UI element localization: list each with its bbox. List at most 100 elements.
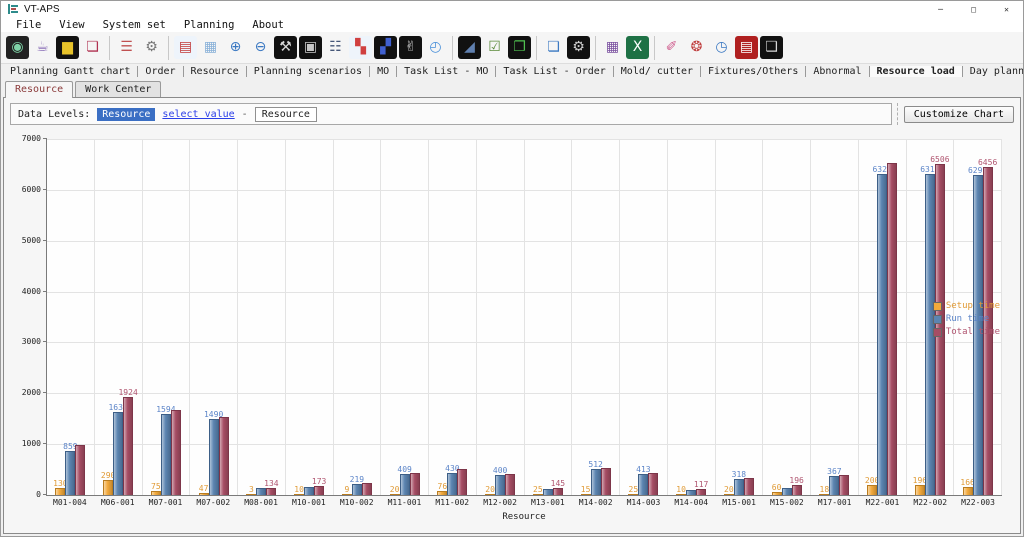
printer-icon[interactable]: ▣ bbox=[299, 36, 322, 59]
tab-fixtures-others[interactable]: Fixtures/Others bbox=[701, 66, 806, 77]
bar-run-time[interactable]: 318 bbox=[734, 479, 744, 495]
bar-setup-time[interactable]: 20 bbox=[485, 494, 495, 495]
tab-resource-load[interactable]: Resource load bbox=[870, 66, 963, 77]
bar-total-time[interactable] bbox=[75, 445, 85, 495]
bar-run-time[interactable] bbox=[304, 487, 314, 495]
tab-day-planning[interactable]: Day planning bbox=[963, 66, 1024, 77]
bar-setup-time[interactable]: 130 bbox=[55, 488, 65, 495]
bar-setup-time[interactable]: 76 bbox=[437, 491, 447, 495]
bar-setup-time[interactable]: 3 bbox=[246, 494, 256, 495]
window-clock-icon[interactable]: ◷ bbox=[710, 36, 733, 59]
bar-setup-time[interactable]: 20 bbox=[724, 494, 734, 495]
bar-run-time[interactable]: 512 bbox=[591, 469, 601, 495]
bar-setup-time[interactable]: 15 bbox=[581, 494, 591, 495]
minimize-button[interactable]: ─ bbox=[924, 1, 957, 17]
tab-mo[interactable]: MO bbox=[370, 66, 397, 77]
customize-chart-button[interactable]: Customize Chart bbox=[904, 106, 1014, 123]
gantt-icon[interactable]: ▤ bbox=[174, 36, 197, 59]
subtab-work-center[interactable]: Work Center bbox=[75, 81, 161, 97]
window-export-icon[interactable]: ❐ bbox=[508, 36, 531, 59]
menu-file[interactable]: File bbox=[7, 19, 50, 31]
tiles-red-icon[interactable]: ▚ bbox=[349, 36, 372, 59]
car-icon[interactable]: ◢ bbox=[458, 36, 481, 59]
palette-clock-icon[interactable]: ✐ bbox=[660, 36, 683, 59]
close-button[interactable]: ✕ bbox=[990, 1, 1023, 17]
gears-icon[interactable]: ⚙ bbox=[140, 36, 163, 59]
bar-run-time[interactable]: 1594 bbox=[161, 414, 171, 495]
bar-total-time[interactable] bbox=[744, 478, 754, 495]
bar-total-time[interactable] bbox=[887, 163, 897, 495]
bar-run-time[interactable]: 6320 bbox=[877, 174, 887, 495]
bar-setup-time[interactable]: 196 bbox=[915, 485, 925, 495]
folder-chart-icon[interactable]: ❏ bbox=[81, 36, 104, 59]
bar-run-time[interactable]: 409 bbox=[400, 474, 410, 495]
maximize-button[interactable]: □ bbox=[957, 1, 990, 17]
server-red-icon[interactable]: ▤ bbox=[735, 36, 758, 59]
bar-setup-time[interactable]: 290 bbox=[103, 480, 113, 495]
save-icon[interactable]: ❑ bbox=[760, 36, 783, 59]
bar-total-time[interactable] bbox=[410, 473, 420, 495]
data-level-box-resource[interactable]: Resource bbox=[255, 107, 317, 122]
bar-total-time[interactable] bbox=[457, 469, 467, 495]
data-level-chip-resource[interactable]: Resource bbox=[97, 108, 155, 121]
bar-total-time[interactable]: 145 bbox=[553, 488, 563, 495]
menu-view[interactable]: View bbox=[50, 19, 93, 31]
tab-order[interactable]: Order bbox=[138, 66, 183, 77]
bar-setup-time[interactable]: 25 bbox=[628, 494, 638, 495]
bar-setup-time[interactable]: 18 bbox=[819, 494, 829, 495]
bar-run-time[interactable] bbox=[782, 488, 792, 495]
zoom-out-icon[interactable]: ⊖ bbox=[249, 36, 272, 59]
tab-planning-scenarios[interactable]: Planning scenarios bbox=[247, 66, 370, 77]
bar-run-time[interactable]: 1490 bbox=[209, 419, 219, 495]
bar-run-time[interactable]: 859 bbox=[65, 451, 75, 495]
tab-mold-cutter[interactable]: Mold/ cutter bbox=[614, 66, 701, 77]
bar-setup-time[interactable]: 200 bbox=[867, 485, 877, 495]
bar-setup-time[interactable]: 47 bbox=[199, 493, 209, 495]
bar-setup-time[interactable]: 10 bbox=[676, 494, 686, 495]
bar-setup-time[interactable]: 20 bbox=[390, 494, 400, 495]
handshake-clock-icon[interactable]: ✌ bbox=[399, 36, 422, 59]
bar-total-time[interactable] bbox=[505, 474, 515, 495]
folder-icon[interactable]: ❏ bbox=[542, 36, 565, 59]
menu-about[interactable]: About bbox=[243, 19, 293, 31]
bar-total-time[interactable]: 1924 bbox=[123, 397, 133, 495]
tab-task-list-order[interactable]: Task List - Order bbox=[496, 66, 613, 77]
clipboard-check-icon[interactable]: ☑ bbox=[483, 36, 506, 59]
bar-setup-time[interactable]: 60 bbox=[772, 492, 782, 495]
grid-chart-icon[interactable]: ▦ bbox=[199, 36, 222, 59]
bar-run-time[interactable] bbox=[256, 488, 266, 495]
bar-total-time[interactable] bbox=[362, 483, 372, 495]
bar-total-time[interactable] bbox=[839, 475, 849, 495]
tab-resource[interactable]: Resource bbox=[184, 66, 247, 77]
bar-setup-time[interactable]: 166 bbox=[963, 487, 973, 495]
gauge-icon[interactable]: ◉ bbox=[6, 36, 29, 59]
bar-run-time[interactable] bbox=[543, 489, 553, 495]
bar-total-time[interactable]: 196 bbox=[792, 485, 802, 495]
bar-run-time[interactable]: 1634 bbox=[113, 412, 123, 495]
bar-setup-time[interactable]: 10 bbox=[294, 494, 304, 495]
bar-setup-time[interactable]: 75 bbox=[151, 491, 161, 495]
excel-icon[interactable]: X bbox=[626, 36, 649, 59]
hammer-icon[interactable]: ⚒ bbox=[274, 36, 297, 59]
person-list-icon[interactable]: ☰ bbox=[115, 36, 138, 59]
select-value-link[interactable]: select value bbox=[162, 109, 234, 120]
clock-pen-icon[interactable]: ◴ bbox=[424, 36, 447, 59]
bar-total-time[interactable] bbox=[171, 410, 181, 495]
zoom-in-icon[interactable]: ⊕ bbox=[224, 36, 247, 59]
bar-total-time[interactable]: 173 bbox=[314, 486, 324, 495]
bar-run-time[interactable] bbox=[686, 490, 696, 495]
teacup-icon[interactable]: ☕ bbox=[31, 36, 54, 59]
bar-run-time[interactable]: 367 bbox=[829, 476, 839, 495]
computer-list-icon[interactable]: ☷ bbox=[324, 36, 347, 59]
calendar-icon[interactable]: ▦ bbox=[601, 36, 624, 59]
bar-total-time[interactable] bbox=[601, 468, 611, 495]
bar-total-time[interactable] bbox=[219, 417, 229, 495]
bar-total-time[interactable]: 134 bbox=[266, 488, 276, 495]
bar-total-time[interactable] bbox=[648, 473, 658, 495]
tab-abnormal[interactable]: Abnormal bbox=[806, 66, 869, 77]
menu-system-set[interactable]: System set bbox=[94, 19, 175, 31]
gear-notebook-icon[interactable]: ⚙ bbox=[567, 36, 590, 59]
tiles-blue-icon[interactable]: ▞ bbox=[374, 36, 397, 59]
tab-planning-gantt-chart[interactable]: Planning Gantt chart bbox=[3, 66, 138, 77]
bar-run-time[interactable]: 430 bbox=[447, 473, 457, 495]
